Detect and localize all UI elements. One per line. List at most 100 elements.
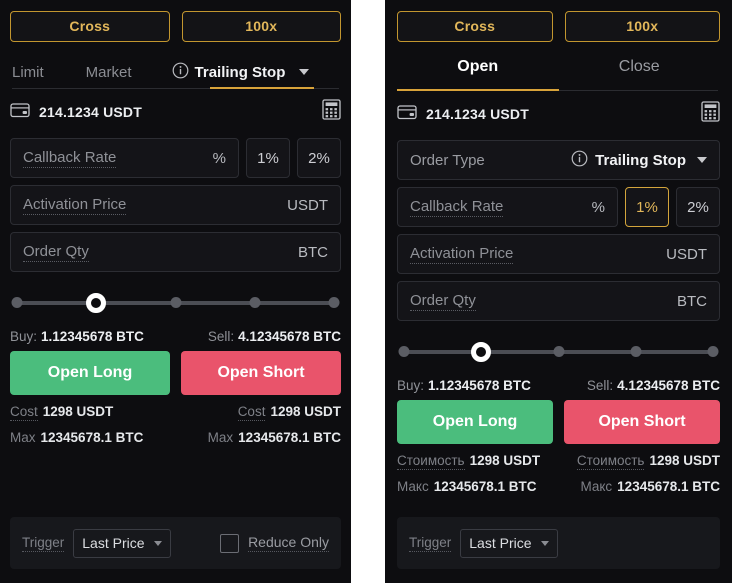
- order-qty-input[interactable]: Order Qty BTC: [10, 232, 341, 272]
- reduce-only-toggle[interactable]: Reduce Only: [220, 533, 329, 553]
- max-row: Макс 12345678.1 BTC Макс 12345678.1 BTC: [397, 479, 720, 495]
- callback-preset-1[interactable]: 1%: [246, 138, 290, 178]
- order-type-row: Order Type Trailing Stop: [397, 140, 720, 180]
- tab-market[interactable]: Market: [86, 64, 132, 81]
- callback-rate-input[interactable]: Callback Rate %: [10, 138, 239, 178]
- callback-rate-placeholder: Callback Rate: [23, 148, 117, 168]
- callback-rate-placeholder: Callback Rate: [410, 197, 504, 217]
- short-max: Макс 12345678.1 BTC: [559, 479, 720, 495]
- activation-price-input[interactable]: Activation Price USDT: [10, 185, 341, 225]
- long-cost-value: 1298 USDT: [42, 404, 114, 419]
- callback-preset-2[interactable]: 2%: [676, 187, 720, 227]
- buy-sell-summary: Buy: 1.12345678 BTC Sell: 4.12345678 BTC: [397, 378, 720, 393]
- quantity-slider[interactable]: [397, 335, 720, 369]
- chevron-down-icon[interactable]: [299, 69, 310, 75]
- activation-price-row: Activation Price USDT: [397, 234, 720, 274]
- slider-tick-100[interactable]: [328, 297, 340, 308]
- trigger-bar: Trigger Last Price: [397, 517, 720, 569]
- long-max-label: Max: [10, 430, 36, 445]
- trigger-bar: Trigger Last Price Reduce Only: [10, 517, 341, 569]
- order-qty-input[interactable]: Order Qty BTC: [397, 281, 720, 321]
- open-long-button[interactable]: Open Long: [10, 351, 170, 395]
- activation-price-row: Activation Price USDT: [10, 185, 341, 225]
- quantity-slider[interactable]: [10, 286, 341, 320]
- long-max-label: Макс: [397, 479, 429, 494]
- sell-summary: Sell: 4.12345678 BTC: [176, 329, 341, 344]
- calculator-icon[interactable]: [701, 101, 720, 127]
- info-icon[interactable]: [571, 150, 588, 171]
- info-icon[interactable]: [172, 62, 189, 83]
- chevron-down-icon: [540, 540, 549, 546]
- order-type-select[interactable]: Order Type Trailing Stop: [397, 140, 720, 180]
- callback-preset-2[interactable]: 2%: [297, 138, 341, 178]
- slider-tick-75[interactable]: [630, 346, 642, 357]
- order-type-value-group: Trailing Stop: [571, 150, 707, 171]
- slider-handle[interactable]: [471, 342, 492, 362]
- activation-price-unit: USDT: [666, 245, 707, 263]
- tab-limit[interactable]: Limit: [12, 64, 44, 81]
- slider-tick-50[interactable]: [553, 346, 564, 357]
- tabs-active-indicator: [397, 89, 559, 91]
- long-cost-label: Стоимость: [397, 453, 465, 470]
- short-cost: Стоимость 1298 USDT: [559, 453, 720, 470]
- tab-open[interactable]: Open: [397, 55, 559, 91]
- wallet-balance-row: 214.1234 USDT: [10, 93, 341, 131]
- short-max-label: Max: [207, 430, 234, 445]
- slider-tick-100[interactable]: [707, 346, 719, 357]
- sell-value: 4.12345678 BTC: [617, 378, 720, 393]
- leverage-button[interactable]: 100x: [181, 11, 341, 42]
- trigger-price-select[interactable]: Last Price: [460, 528, 558, 558]
- trigger-price-value: Last Price: [82, 535, 145, 551]
- open-short-button[interactable]: Open Short: [564, 400, 720, 444]
- reduce-only-checkbox[interactable]: [220, 533, 240, 553]
- calculator-icon[interactable]: [322, 99, 341, 125]
- long-max-value: 12345678.1 BTC: [40, 430, 144, 445]
- tab-trailing-stop-label: Trailing Stop: [194, 63, 286, 81]
- buy-sell-summary: Buy: 1.12345678 BTC Sell: 4.12345678 BTC: [10, 329, 341, 344]
- trigger-price-select[interactable]: Last Price: [73, 528, 171, 558]
- long-max: Макс 12345678.1 BTC: [397, 479, 559, 495]
- cost-row: Стоимость 1298 USDT Стоимость 1298 USDT: [397, 453, 720, 470]
- trigger-price-value: Last Price: [469, 535, 532, 551]
- slider-tick-75[interactable]: [249, 297, 261, 308]
- slider-tick-0[interactable]: [11, 297, 23, 308]
- order-qty-unit: BTC: [298, 243, 328, 261]
- tab-close[interactable]: Close: [559, 55, 721, 91]
- short-cost-value: 1298 USDT: [649, 453, 720, 468]
- tab-trailing-stop[interactable]: Trailing Stop: [172, 62, 310, 83]
- order-qty-placeholder: Order Qty: [23, 242, 89, 262]
- short-max: Max 12345678.1 BTC: [176, 430, 341, 446]
- slider-handle[interactable]: [86, 293, 107, 313]
- wallet-balance: 214.1234 USDT: [39, 104, 142, 120]
- order-type-tabs: Limit Market Trailing Stop: [10, 55, 341, 89]
- buy-summary: Buy: 1.12345678 BTC: [397, 378, 559, 393]
- margin-leverage-row: Cross 100x: [397, 0, 720, 42]
- callback-preset-1[interactable]: 1%: [625, 187, 669, 227]
- open-long-button[interactable]: Open Long: [397, 400, 553, 444]
- slider-tick-50[interactable]: [170, 297, 181, 308]
- order-type-label: Order Type: [410, 151, 485, 169]
- open-short-button[interactable]: Open Short: [181, 351, 341, 395]
- reduce-only-label: Reduce Only: [248, 534, 329, 552]
- slider-tick-0[interactable]: [398, 346, 410, 357]
- buy-label: Buy:: [397, 378, 425, 393]
- sell-label: Sell:: [207, 329, 235, 344]
- margin-mode-button[interactable]: Cross: [397, 11, 553, 42]
- sell-value: 4.12345678 BTC: [238, 329, 341, 344]
- trigger-label: Trigger: [22, 534, 65, 552]
- activation-price-input[interactable]: Activation Price USDT: [397, 234, 720, 274]
- wallet-balance-row: 214.1234 USDT: [397, 95, 720, 133]
- leverage-button[interactable]: 100x: [564, 11, 720, 42]
- callback-rate-input[interactable]: Callback Rate %: [397, 187, 618, 227]
- long-max: Max 12345678.1 BTC: [10, 430, 176, 446]
- order-form-panel-right: Cross 100x Open Close 214.1234 USDT Orde…: [385, 0, 732, 583]
- short-max-value: 12345678.1 BTC: [238, 430, 341, 445]
- chevron-down-icon[interactable]: [697, 157, 707, 163]
- activation-price-placeholder: Activation Price: [410, 244, 514, 264]
- activation-price-placeholder: Activation Price: [23, 195, 127, 215]
- margin-mode-button[interactable]: Cross: [10, 11, 170, 42]
- buy-value: 1.12345678 BTC: [428, 378, 531, 393]
- short-cost-value: 1298 USDT: [270, 404, 341, 419]
- short-cost-label: Стоимость: [576, 453, 645, 470]
- max-row: Max 12345678.1 BTC Max 12345678.1 BTC: [10, 430, 341, 446]
